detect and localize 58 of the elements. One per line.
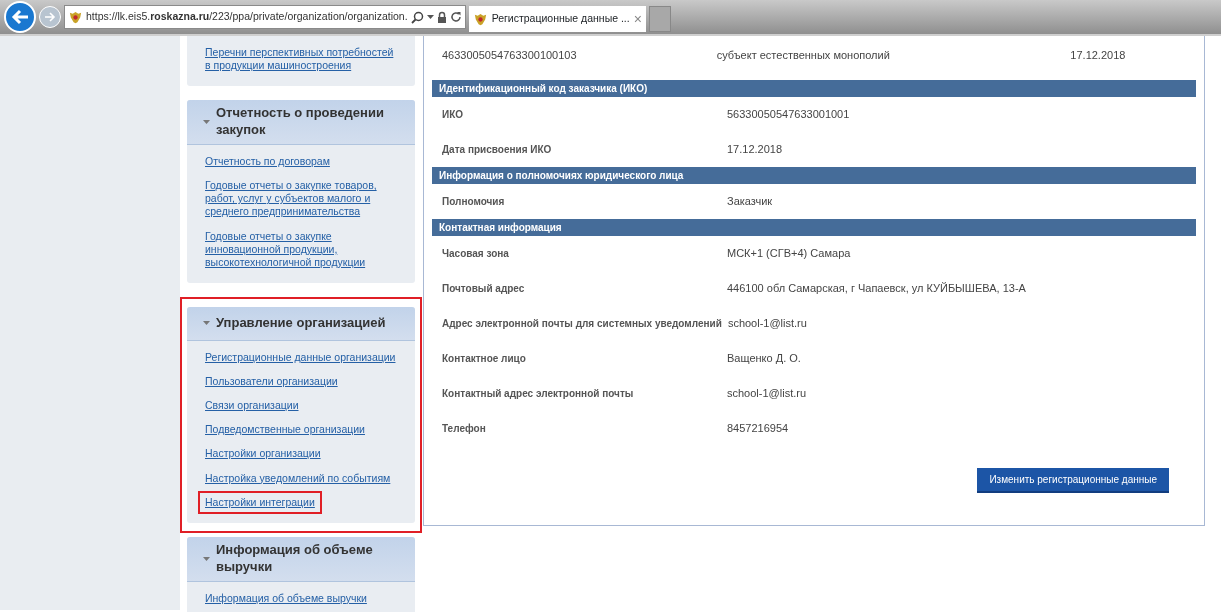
- tab-title: Регистрационные данные ...: [491, 11, 630, 27]
- field-value: МСК+1 (СГВ+4) Самара: [727, 245, 851, 261]
- section-header[interactable]: Управление организацией: [187, 306, 415, 341]
- section-header[interactable]: Отчетность о проведении закупок: [187, 100, 415, 146]
- field-label: Дата присвоения ИКО: [442, 142, 553, 157]
- field-label: ИКО: [442, 107, 465, 122]
- site-emblem-icon: [68, 9, 83, 25]
- table-cell-text: 4633005054763300100103: [442, 48, 578, 63]
- edit-button[interactable]: Изменить регистрационные данные: [977, 467, 1169, 493]
- section-title: Отчетность о проведении закупок: [216, 105, 385, 140]
- field-value: 17.12.2018: [727, 141, 783, 157]
- table-cell-text: субъект естественных монополий: [716, 48, 891, 63]
- field-value: 446100 обл Самарская, г Чапаевск, ул КУЙБЫШЕВА, 13-А: [727, 280, 1026, 296]
- sidebar-link[interactable]: Годовые отчеты о закупке инновационной продукции, высокотехнологичной продукции: [205, 229, 397, 269]
- field-value: school-1@list.ru: [727, 315, 807, 331]
- section-title: Управление организацией: [216, 314, 386, 332]
- field-label: Контактный адрес электронной почты: [442, 386, 635, 401]
- section-header-bar: Информация о полномочиях юридического лица: [432, 166, 1196, 184]
- back-button[interactable]: [4, 1, 36, 33]
- refresh-icon[interactable]: [449, 11, 462, 23]
- field-value: 56330050547633001001: [727, 106, 850, 122]
- sidebar-link[interactable]: Пользователи организации: [205, 375, 338, 389]
- section-header[interactable]: Информация об объеме выручки: [187, 536, 415, 582]
- sidebar-link[interactable]: Настройка уведомлений по событиям: [205, 471, 391, 485]
- field-label: Адрес электронной почты для системных уведомлений: [442, 316, 723, 331]
- sidebar-link[interactable]: Настройки организации: [205, 447, 321, 461]
- section-title: Информация об объеме выручки: [216, 541, 374, 576]
- sidebar-link[interactable]: Годовые отчеты о закупке товаров, работ, услуг у субъектов малого и среднего предпринимательства: [205, 179, 397, 219]
- close-icon[interactable]: ×: [633, 12, 642, 26]
- field-value: Заказчик: [727, 193, 773, 209]
- sidebar-link[interactable]: Информация об объеме выручки: [205, 591, 367, 605]
- field-label: Контактное лицо: [442, 351, 527, 366]
- sidebar-link[interactable]: Связи организации: [205, 399, 299, 413]
- address-bar[interactable]: https://lk.eis5.roskazna.ru/223/ppa/private/organization/organization.: [64, 5, 466, 29]
- forward-button[interactable]: [39, 6, 61, 28]
- field-label: Телефон: [442, 421, 487, 436]
- browser-tab[interactable]: Регистрационные данные ... ×: [468, 6, 646, 32]
- field-label: Почтовый адрес: [442, 281, 526, 296]
- sidebar-link[interactable]: Перечни перспективных потребностей в продукции машиностроения: [205, 46, 397, 73]
- back-arrow-icon: [11, 9, 29, 25]
- sidebar-link[interactable]: Подведомственные организации: [205, 423, 365, 437]
- field-label: Часовая зона: [442, 246, 510, 261]
- caret-icon[interactable]: [426, 15, 434, 19]
- field-value: Ващенко Д. О.: [727, 350, 801, 366]
- section-header-bar: Контактная информация: [432, 218, 1196, 236]
- field-value: 8457216954: [727, 420, 789, 436]
- site-emblem-icon: [472, 11, 488, 27]
- sidebar-link[interactable]: Регистрационные данные организации: [205, 350, 396, 365]
- lock-icon: [436, 11, 447, 23]
- field-label: Полномочия: [442, 194, 506, 209]
- sidebar-link[interactable]: Настройки интеграции: [200, 492, 320, 512]
- search-icon[interactable]: [410, 10, 424, 24]
- field-value: school-1@list.ru: [727, 385, 807, 401]
- section-header-bar: Идентификационный код заказчика (ИКО): [432, 79, 1196, 97]
- forward-arrow-icon: [44, 12, 56, 22]
- sidebar-link[interactable]: Отчетность по договорам: [205, 155, 330, 169]
- url-text: https://lk.eis5.roskazna.ru/223/ppa/private/organization/organization.: [86, 9, 408, 25]
- table-cell-text: 17.12.2018: [1070, 48, 1127, 63]
